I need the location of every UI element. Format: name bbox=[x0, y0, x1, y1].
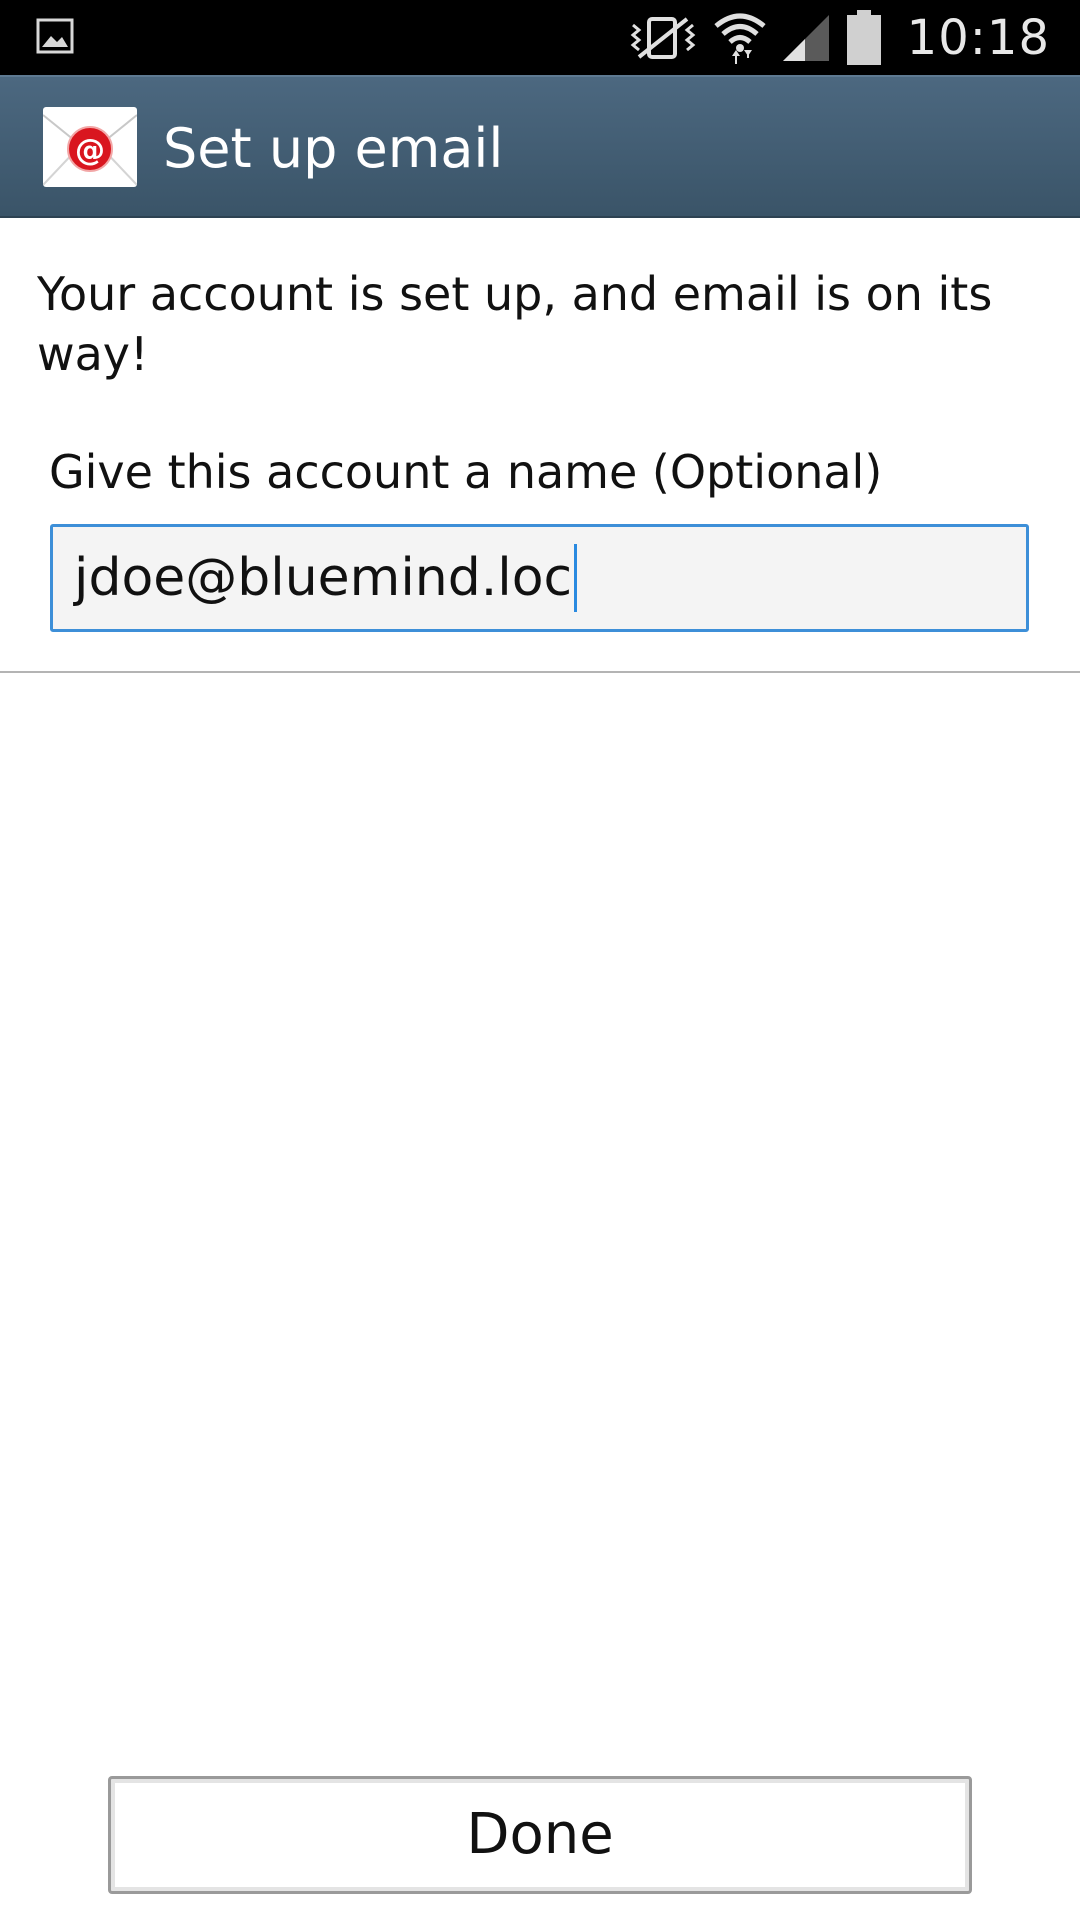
status-icons: 10:18 bbox=[627, 0, 1080, 75]
wifi-icon bbox=[714, 13, 766, 64]
content-divider bbox=[0, 671, 1080, 673]
setup-email-screen: 10:18 @ Set up email Your account is set… bbox=[0, 0, 1080, 1920]
done-button[interactable]: Done bbox=[108, 1776, 972, 1894]
action-bar: @ Set up email bbox=[0, 75, 1080, 218]
svg-text:@: @ bbox=[75, 133, 105, 168]
account-name-input[interactable]: jdoe@bluemind.loc bbox=[74, 527, 578, 629]
battery-icon bbox=[846, 9, 881, 65]
account-name-field[interactable]: jdoe@bluemind.loc bbox=[50, 524, 1029, 632]
text-caret bbox=[574, 544, 578, 612]
status-bar: 10:18 bbox=[0, 0, 1080, 75]
account-name-text: jdoe@bluemind.loc bbox=[74, 548, 573, 608]
page-title: Set up email bbox=[163, 117, 504, 180]
signal-icon bbox=[782, 14, 829, 61]
setup-complete-message: Your account is set up, and email is on … bbox=[37, 267, 993, 381]
account-name-label: Give this account a name (Optional) bbox=[49, 445, 883, 499]
email-app-icon: @ bbox=[43, 107, 137, 187]
status-time: 10:18 bbox=[906, 9, 1050, 66]
image-notification-icon bbox=[36, 18, 74, 54]
vibrate-icon bbox=[630, 16, 696, 59]
